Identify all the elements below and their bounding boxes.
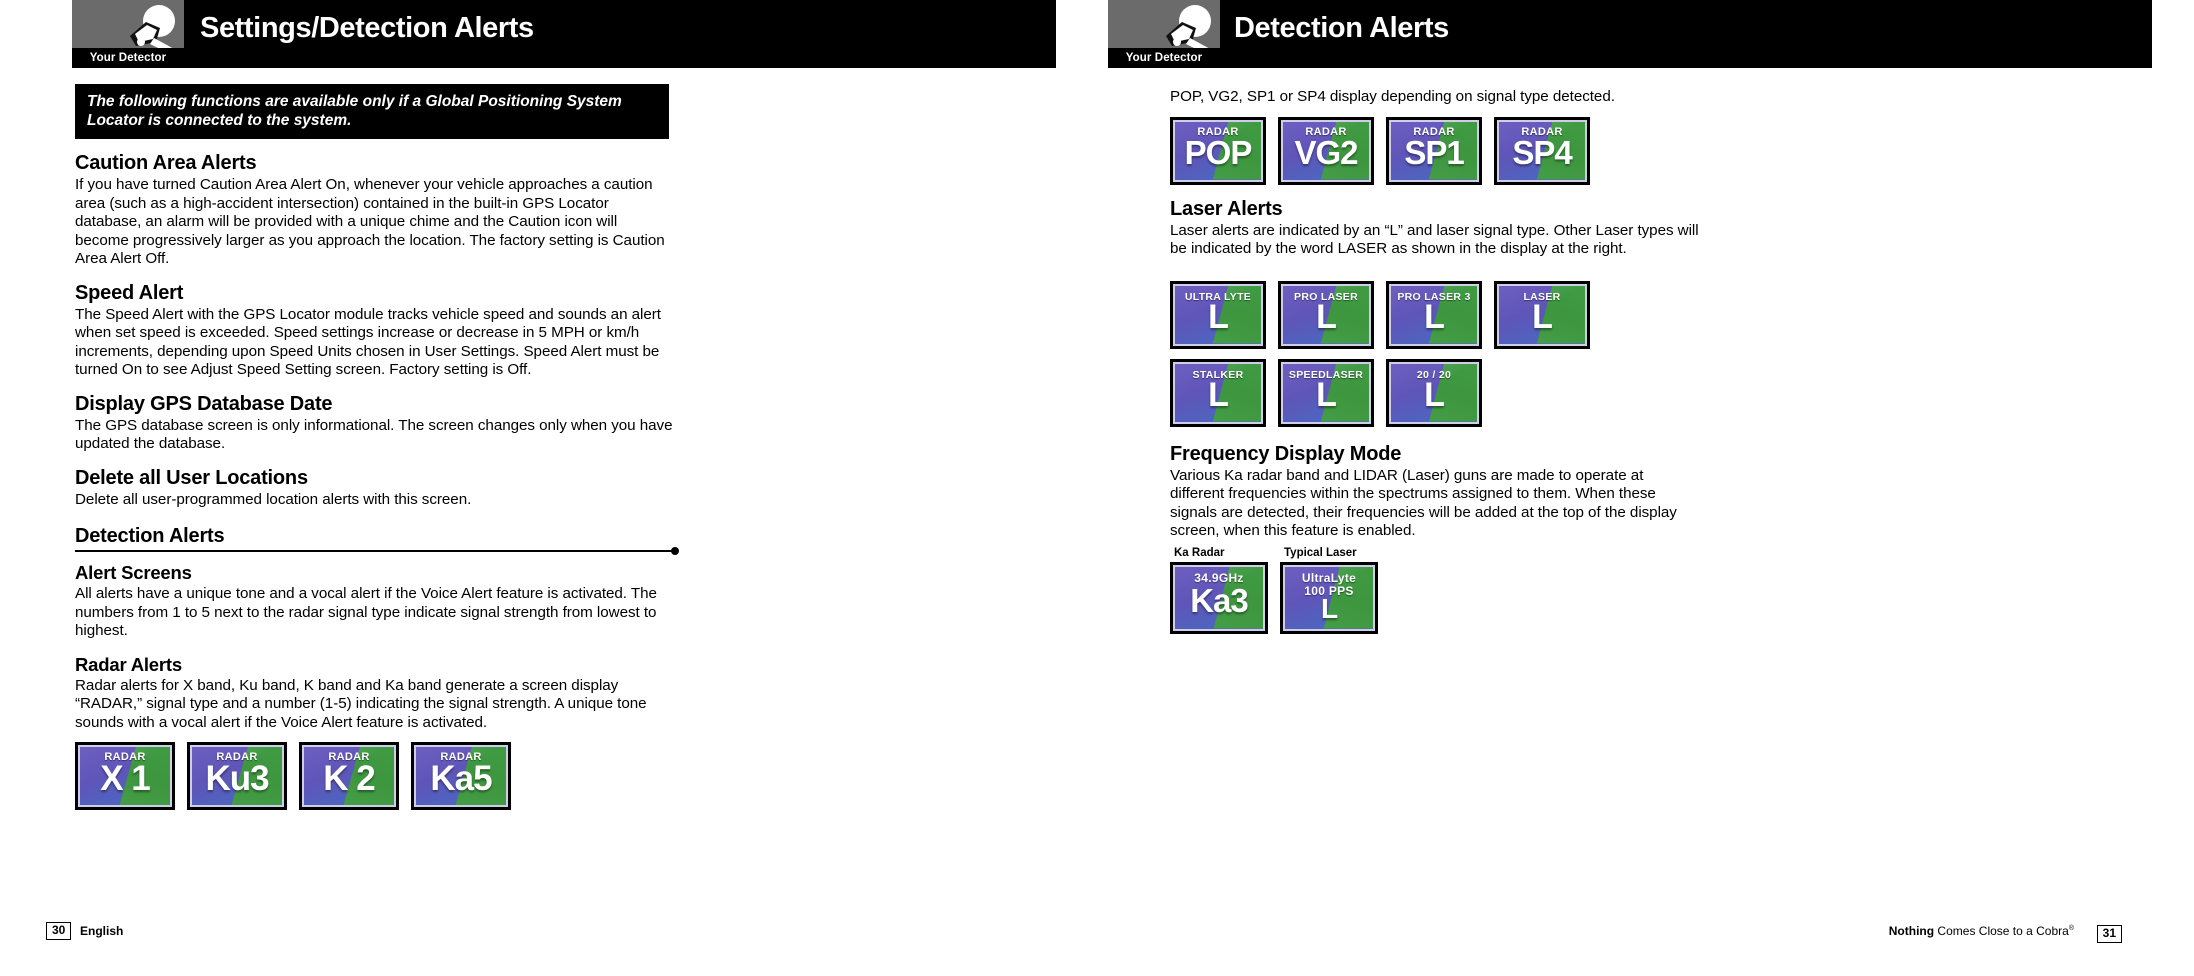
laser-tile-value: L [1316,297,1337,336]
signal-tile-value: SP4 [1512,133,1572,171]
radar-alert-tile: RADAR K 2 [299,742,399,810]
caution-area-alerts-heading: Caution Area Alerts [75,152,257,174]
laser-tile-value: L [1208,375,1229,414]
laser-alert-tile: SPEEDLASER L [1278,358,1374,427]
right-header-thumbnail: Your Detector [1108,0,1220,68]
radar-detector-icon [130,5,176,54]
radar-alert-tile: RADAR X 1 [75,742,175,810]
ka-radar-freq-group: Ka Radar 34.9GHz Ka3 [1170,547,1268,634]
right-header-thumb-label: Your Detector [1108,48,1220,68]
detection-alerts-rule-dot [671,547,679,555]
frequency-tile-value: Ka3 [1190,581,1249,619]
left-header-thumb-label: Your Detector [72,48,184,68]
laser-alert-tile: ULTRA LYTE L [1170,280,1266,349]
radar-alerts-section: Radar Alerts Radar alerts for X band, Ku… [75,654,675,733]
left-page-number: 30 [46,922,72,940]
radar-tile-value: Ka5 [430,759,492,798]
tagline-registered-mark: ® [2068,925,2074,932]
alert-screens-body: All alerts have a unique tone and a voca… [75,585,657,639]
laser-alert-tile: PRO LASER 3 L [1386,280,1482,349]
alert-screens-heading: Alert Screens [75,562,192,583]
laser-tile-value: L [1424,297,1445,336]
radar-alerts-heading: Radar Alerts [75,653,182,675]
left-column: The following functions are available on… [75,84,679,810]
signal-tile-value: VG2 [1294,133,1358,171]
speed-alert-section: Speed Alert The Speed Alert with the GPS… [75,282,675,380]
right-page-number: 31 [2096,925,2122,943]
laser-tile-row-2: STALKER L SPEEDLASER L 20 / 20 L [1170,358,1700,427]
laser-alert-tile: LASER L [1494,280,1590,349]
display-gps-database-date-section: Display GPS Database Date The GPS databa… [75,393,675,454]
detection-alerts-heading: Detection Alerts [75,525,225,547]
right-page-title: Detection Alerts [1234,12,1449,44]
delete-all-user-locations-heading: Delete all User Locations [75,466,308,489]
speed-alert-body: The Speed Alert with the GPS Locator mod… [75,305,661,379]
laser-alerts-heading: Laser Alerts [1170,197,1283,220]
radar-alerts-body: Radar alerts for X band, Ku band, K band… [75,676,647,731]
frequency-tile-value: L [1320,592,1338,624]
laser-tile-value: L [1532,297,1553,336]
alert-screens-section: Alert Screens All alerts have a unique t… [75,562,675,641]
laser-alert-tile: 20 / 20 L [1386,358,1482,427]
gps-requirement-callout: The following functions are available on… [75,84,669,139]
frequency-tile: 34.9GHz Ka3 [1170,561,1268,634]
detection-alerts-rule-heading: Detection Alerts [75,525,679,555]
tagline-rest: Comes Close to a Cobra [1934,924,2069,938]
radar-tile-value: X 1 [100,759,151,798]
laser-alert-tile: PRO LASER L [1278,280,1374,349]
manual-page-spread: Your Detector Settings/Detection Alerts … [0,0,2194,976]
pop-signal-tile-row: RADAR POP RADAR VG2 RADAR SP1 RADAR SP4 [1170,116,1700,185]
detection-alerts-rule-line [75,550,675,552]
delete-all-user-locations-section: Delete all User Locations Delete all use… [75,467,675,510]
left-header-thumbnail: Your Detector [72,0,184,68]
laser-tile-value: L [1316,375,1337,414]
speed-alert-heading: Speed Alert [75,281,184,304]
delete-all-user-locations-body: Delete all user-programmed location aler… [75,490,472,508]
radar-alert-tile: RADAR Ka5 [411,742,511,810]
typical-laser-freq-group: Typical Laser UltraLyte 100 PPS L [1280,547,1378,634]
signal-type-tile: RADAR SP4 [1494,116,1590,185]
pop-signal-intro-text: POP, VG2, SP1 or SP4 display depending o… [1170,88,1615,105]
signal-type-tile: RADAR POP [1170,116,1266,185]
signal-type-tile: RADAR SP1 [1386,116,1482,185]
left-page-title: Settings/Detection Alerts [200,12,534,44]
signal-tile-value: POP [1184,133,1253,171]
frequency-display-mode-body: Various Ka radar band and LIDAR (Laser) … [1170,466,1677,540]
ka-radar-caption: Ka Radar [1174,546,1225,559]
laser-alerts-section: Laser Alerts Laser alerts are indicated … [1170,198,1700,259]
signal-tile-value: SP1 [1404,133,1464,171]
radar-tile-value: K 2 [323,759,375,798]
frequency-tile-row: Ka Radar 34.9GHz Ka3 Typical Laser Ultra… [1170,547,1700,634]
signal-type-tile: RADAR VG2 [1278,116,1374,185]
right-page: Your Detector Detection Alerts POP, VG2,… [1098,0,2194,976]
radar-tile-value: Ku3 [205,759,269,798]
radar-detector-icon [1166,5,1212,54]
laser-alerts-body: Laser alerts are indicated by an “L” and… [1170,221,1699,258]
display-gps-database-date-heading: Display GPS Database Date [75,392,333,415]
radar-alert-tile-row: RADAR X 1 RADAR Ku3 RADAR K 2 RADAR Ka5 [75,742,675,810]
frequency-display-mode-heading: Frequency Display Mode [1170,442,1402,465]
laser-tile-value: L [1208,297,1229,336]
caution-area-alerts-section: Caution Area Alerts If you have turned C… [75,152,675,269]
display-gps-database-date-body: The GPS database screen is only informat… [75,416,673,453]
left-footer-language: English [80,924,124,938]
left-page: Your Detector Settings/Detection Alerts … [0,0,1098,976]
tagline-bold: Nothing [1888,924,1935,938]
caution-area-alerts-body: If you have turned Caution Area Alert On… [75,176,665,267]
laser-tile-value: L [1424,375,1445,414]
typical-laser-caption: Typical Laser [1284,546,1357,559]
right-footer-tagline: Nothing Comes Close to a Cobra® [1889,924,2074,938]
radar-alert-tile: RADAR Ku3 [187,742,287,810]
frequency-tile: UltraLyte 100 PPS L [1280,561,1378,634]
laser-alert-tile: STALKER L [1170,358,1266,427]
frequency-display-mode-section: Frequency Display Mode Various Ka radar … [1170,443,1700,541]
laser-tile-row-1: ULTRA LYTE L PRO LASER L PRO LASER 3 L L… [1170,280,1700,349]
right-column: POP, VG2, SP1 or SP4 display depending o… [1170,88,1700,634]
